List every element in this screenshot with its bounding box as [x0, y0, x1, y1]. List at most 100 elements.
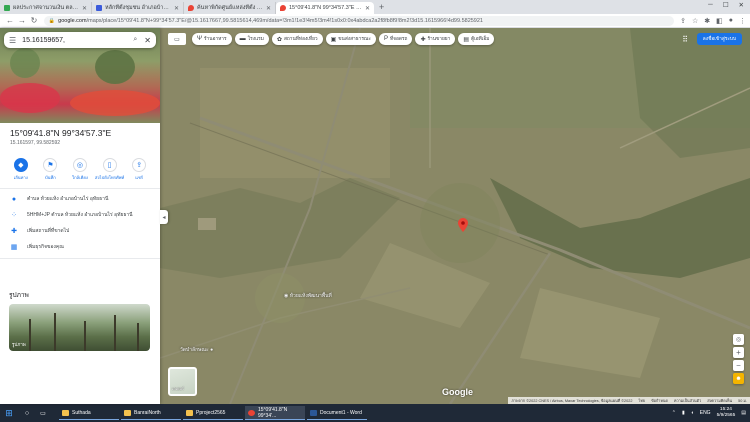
close-tab-icon[interactable]: ✕ [365, 5, 370, 12]
browser-tab-active[interactable]: 15°09'41.8"N 99°34'57.3"E - Google Maps … [276, 2, 374, 14]
action-label: เส้นทาง [13, 175, 28, 180]
tab-favicon [188, 5, 194, 11]
layers-switcher[interactable]: เลเยอร์ [168, 367, 197, 396]
chip-restaurants[interactable]: Ψ ร้านอาหาร [192, 33, 232, 45]
chip-label: โรงแรม [247, 37, 264, 42]
send-to-phone-button[interactable]: ▯ ส่งไปยังโทรศัพท์ [95, 158, 124, 181]
privacy-link[interactable]: ความเป็นส่วนตัว [674, 398, 701, 404]
place-title: 15°09'41.8"N 99°34'57.3"E [10, 128, 112, 138]
address-row[interactable]: ● ตำบล ห้วยแห้ง อำเภอบ้านไร่ อุทัยธานี [0, 192, 160, 206]
puzzle-icon[interactable]: ◧ [716, 17, 723, 25]
satellite-map[interactable]: ▭ Ψ ร้านอาหาร ▬ โรงแรม ✿ สถานที่ท่องเที่ยว … [160, 28, 750, 404]
photo-thumbnail[interactable]: รูปภาพ [9, 304, 150, 351]
address-bar[interactable]: 🔒 google.com /maps/place/15°09'41.8"N+99… [43, 15, 675, 26]
search-input[interactable]: 15.16159657, [22, 37, 133, 44]
street-view-pegman-icon[interactable]: ☻ [733, 373, 744, 384]
map-imagery [160, 28, 750, 404]
taskbar-search-icon[interactable]: ○ [19, 410, 35, 417]
chip-hotels[interactable]: ▬ โรงแรม [234, 33, 269, 45]
save-button[interactable]: ⚑ บันทึก [38, 158, 62, 181]
photo-caption: รูปภาพ [12, 342, 26, 347]
zoom-in-button[interactable]: + [733, 347, 744, 358]
close-icon[interactable]: ✕ [144, 36, 151, 45]
taskbar-label: Pproject2565 [196, 409, 226, 416]
search-box[interactable]: ☰ 15.16159657, ⌕ ✕ [4, 32, 156, 48]
place-actions: ◆ เส้นทาง ⚑ บันทึก ◎ ใกล้เคียง ▯ ส่งไปยั… [0, 158, 160, 181]
photo-detail [10, 48, 40, 78]
close-tab-icon[interactable]: ✕ [266, 5, 271, 12]
taskbar-item-banrainorth[interactable]: BanraiNorth [121, 406, 181, 420]
collapse-panel-button[interactable]: ◂ [160, 210, 168, 224]
add-business-row[interactable]: ▦ เพิ่มธุรกิจของคุณ [0, 240, 160, 254]
close-tab-icon[interactable]: ✕ [174, 5, 179, 12]
feedback-link[interactable]: ส่งความคิดเห็น [707, 398, 732, 404]
browser-tab[interactable]: ค้นหาพิกัดศูนย์แหล่งที่ตั้ง (Landuse Map… [184, 2, 276, 14]
profile-icon[interactable]: ● [729, 17, 733, 25]
minimize-icon[interactable]: ─ [708, 1, 713, 9]
windows-taskbar: ⊞ ○ ▭ Suthada BanraiNorth Pproject2565 1… [0, 404, 750, 422]
taskbar-item-word[interactable]: Document1 - Word [307, 406, 367, 420]
share-page-icon[interactable]: ⇪ [680, 17, 686, 25]
task-view-icon[interactable]: ▭ [35, 410, 51, 417]
layers-toggle-button[interactable]: ▭ [168, 33, 186, 45]
photo-detail [84, 321, 86, 351]
search-icon[interactable]: ⌕ [133, 36, 137, 44]
business-icon: ▦ [10, 244, 18, 251]
taskbar-item-chrome[interactable]: 15°09'41.8"N 99°34'... [245, 406, 305, 420]
photos-heading: รูปภาพ [9, 292, 29, 299]
scale-label[interactable]: 50 ม. [738, 398, 747, 404]
tray-chevron-icon[interactable]: ⌃ [672, 410, 676, 416]
close-tab-icon[interactable]: ✕ [82, 5, 87, 12]
taskbar-item-suthada[interactable]: Suthada [59, 406, 119, 420]
language-indicator[interactable]: ENG [700, 410, 711, 416]
poi-name: วัดป่าลักษณะ [180, 347, 209, 353]
clock-date: 5/9/2565 [716, 413, 736, 418]
taskbar-item-pproject[interactable]: Pproject2565 [183, 406, 243, 420]
chip-parking[interactable]: P ที่จอดรถ [378, 33, 413, 45]
photo-detail [70, 90, 160, 116]
add-missing-place-row[interactable]: ✚ เพิ่มสถานที่ที่ขาดไป [0, 224, 160, 238]
poi-marker-label[interactable]: วัดป่าลักษณะ ● [180, 346, 213, 354]
browser-tab[interactable]: หลักที่ตั้งชุมชน อำเภอบ้านไร่ ✕ [92, 2, 184, 14]
back-icon[interactable]: ← [4, 16, 16, 25]
new-tab-button[interactable]: + [379, 2, 384, 14]
network-icon[interactable]: ▮ [682, 410, 685, 416]
browser-tab[interactable]: ผลประกาศจานวนเงิน ตลอดลิ ลาง การเงิน... … [0, 2, 92, 14]
close-window-icon[interactable]: ✕ [739, 1, 744, 9]
hamburger-menu-icon[interactable]: ☰ [9, 36, 16, 45]
place-decimal-coords: 15.161597, 99.582592 [10, 140, 61, 146]
volume-icon[interactable]: ◖ [691, 410, 694, 416]
chip-atm[interactable]: ▤ ตู้เอทีเอ็ม [458, 33, 495, 45]
forward-icon[interactable]: → [16, 16, 28, 25]
browser-menu-icon[interactable]: ⋮ [739, 17, 746, 25]
clock[interactable]: 15:24 5/9/2565 [717, 407, 736, 419]
share-button[interactable]: ⇪ แชร์ [127, 158, 151, 181]
directions-button[interactable]: ◆ เส้นทาง [9, 158, 33, 181]
taskbar-label: 15°09'41.8"N 99°34'... [258, 406, 288, 419]
google-apps-icon[interactable]: ⠿ [682, 35, 688, 44]
poi-marker-label[interactable]: ◉ ห้วยแห้งพัฒนาพื้นที่ [284, 292, 332, 300]
place-panel: ☰ 15.16159657, ⌕ ✕ 15°09'41.8"N 99°34'57… [0, 28, 160, 404]
maximize-icon[interactable]: ☐ [723, 1, 729, 9]
sign-in-button[interactable]: ลงชื่อเข้าสู่ระบบ [696, 33, 742, 45]
plus-code-row[interactable]: ⁘ 5HHM+JP ตำบล ห้วยแห้ง อำเภอบ้านไร่ อุท… [0, 208, 160, 222]
directions-icon: ◆ [13, 158, 28, 172]
reload-icon[interactable]: ↻ [28, 16, 40, 25]
browser-toolbar: ← → ↻ 🔒 google.com /maps/place/15°09'41.… [0, 14, 750, 28]
taskbar-label: BanraiNorth [134, 409, 161, 416]
nearby-button[interactable]: ◎ ใกล้เคียง [68, 158, 92, 181]
extension-icon[interactable]: ✱ [704, 17, 710, 25]
country-link[interactable]: ไทย [638, 398, 645, 404]
window-controls: ─ ☐ ✕ [708, 1, 744, 9]
my-location-icon[interactable]: ◎ [733, 334, 744, 345]
bookmark-star-icon[interactable]: ☆ [692, 17, 698, 25]
chip-attractions[interactable]: ✿ สถานที่ท่องเที่ยว [271, 33, 323, 45]
action-label: ใกล้เคียง [72, 175, 88, 180]
location-pin-icon[interactable] [458, 218, 468, 232]
notifications-icon[interactable]: ▤ [741, 410, 746, 416]
chip-transit[interactable]: ▣ ขนส่งสาธารณะ [325, 33, 376, 45]
chip-pharmacy[interactable]: ✚ ร้านขายยา [415, 33, 456, 45]
zoom-out-button[interactable]: − [733, 360, 744, 371]
windows-start-icon[interactable]: ⊞ [3, 407, 15, 419]
terms-link[interactable]: ข้อกำหนด [651, 398, 668, 404]
